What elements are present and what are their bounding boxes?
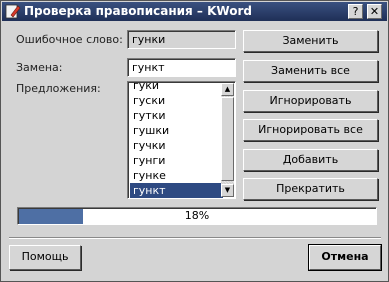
add-button[interactable]: Добавить bbox=[243, 149, 378, 171]
replace-button[interactable]: Заменить bbox=[243, 30, 378, 52]
close-icon[interactable]: ✕ bbox=[367, 4, 382, 19]
suggestion-item[interactable]: гучки bbox=[130, 138, 223, 153]
window-title: Проверка правописания – KWord bbox=[24, 4, 252, 18]
ignore-button[interactable]: Игнорировать bbox=[243, 90, 378, 112]
scroll-up-icon[interactable]: ▲ bbox=[221, 83, 234, 96]
suggestion-item[interactable]: гутки bbox=[130, 108, 223, 123]
help-button[interactable]: Помощь bbox=[9, 245, 81, 270]
spellcheck-dialog: Проверка правописания – KWord ? ✕ Ошибоч… bbox=[0, 0, 389, 282]
help-titlebar-button[interactable]: ? bbox=[348, 4, 363, 19]
misspelled-word-field: гунки bbox=[127, 30, 236, 49]
scroll-down-icon[interactable]: ▼ bbox=[221, 184, 234, 197]
replacement-label: Замена: bbox=[16, 61, 63, 74]
suggestions-list[interactable]: гункт гунке гунги гучки гушки гутки гуски гуки … bbox=[127, 81, 236, 199]
suggestions-label: Предложения: bbox=[16, 82, 101, 95]
suggestion-item[interactable]: гунке bbox=[130, 168, 223, 183]
misspelled-word-label: Ошибочное слово: bbox=[16, 33, 123, 46]
progress-bar: 18% bbox=[17, 207, 377, 225]
replacement-input[interactable]: гункт bbox=[127, 58, 236, 77]
suggestion-item[interactable]: гунги bbox=[130, 153, 223, 168]
ignore-all-button[interactable]: Игнорировать все bbox=[243, 119, 378, 141]
separator bbox=[9, 237, 381, 239]
progress-percent: 18% bbox=[184, 209, 210, 222]
stop-button[interactable]: Прекратить bbox=[243, 178, 378, 200]
kword-app-icon bbox=[5, 4, 21, 19]
cancel-button[interactable]: Отмена bbox=[308, 244, 382, 271]
suggestion-item[interactable]: гуски bbox=[130, 93, 223, 108]
suggestion-item[interactable]: гуки bbox=[130, 82, 223, 93]
suggestion-item[interactable]: гункт bbox=[130, 183, 223, 198]
suggestion-item[interactable]: гушки bbox=[130, 123, 223, 138]
scrollbar-thumb[interactable] bbox=[221, 97, 234, 181]
title-bar[interactable]: Проверка правописания – KWord ? ✕ bbox=[2, 2, 387, 21]
suggestions-scrollbar[interactable]: ▲ ▼ bbox=[221, 83, 234, 197]
replace-all-button[interactable]: Заменить все bbox=[243, 60, 378, 82]
